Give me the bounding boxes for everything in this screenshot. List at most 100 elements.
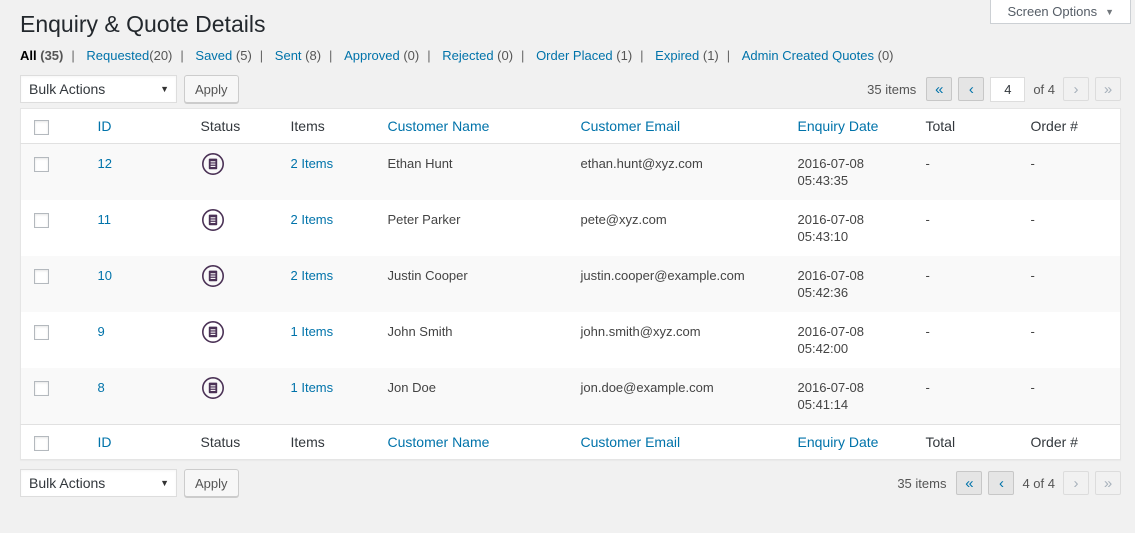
table-footer: ID Status Items Customer Name Customer E… bbox=[21, 425, 1121, 460]
total-pages-label: of 4 bbox=[1033, 82, 1055, 97]
filter-admin-created-quotes-link[interactable]: Admin Created Quotes (0) bbox=[742, 48, 894, 63]
enquiry-status-icon bbox=[201, 208, 225, 232]
column-header-customer-email[interactable]: Customer Email bbox=[581, 118, 681, 134]
table-row: 8 1 Items Jon Doe jon.doe@example.com 20… bbox=[21, 368, 1121, 425]
enquiry-id-link[interactable]: 9 bbox=[98, 324, 105, 339]
column-header-customer-name[interactable]: Customer Name bbox=[388, 434, 490, 450]
filter-expired-link[interactable]: Expired (1) bbox=[655, 48, 719, 63]
column-header-customer-email[interactable]: Customer Email bbox=[581, 434, 681, 450]
customer-email: jon.doe@example.com bbox=[571, 368, 788, 425]
enquiry-id-link[interactable]: 11 bbox=[98, 212, 112, 227]
last-page-button[interactable]: » bbox=[1095, 471, 1121, 495]
enquiry-date: 2016-07-08 05:41:14 bbox=[788, 368, 916, 425]
items-count: 35 items bbox=[897, 476, 946, 491]
current-page-input[interactable] bbox=[990, 77, 1025, 102]
order-number: - bbox=[1021, 312, 1121, 368]
filter-requested: Requested(20) bbox=[86, 48, 191, 63]
filter-rejected: Rejected (0) bbox=[442, 48, 532, 63]
next-page-button[interactable]: › bbox=[1063, 471, 1089, 495]
first-page-button[interactable]: « bbox=[956, 471, 982, 495]
items-link[interactable]: 1 Items bbox=[291, 380, 334, 395]
bulk-actions-select[interactable]: Bulk Actions bbox=[20, 469, 177, 497]
bulk-actions-group: Bulk Actions ▼ Apply bbox=[20, 469, 239, 497]
customer-email: john.smith@xyz.com bbox=[571, 312, 788, 368]
column-header-enquiry-date[interactable]: Enquiry Date bbox=[798, 118, 879, 134]
filter-all-link[interactable]: All (35) bbox=[20, 48, 63, 63]
row-checkbox[interactable] bbox=[34, 157, 49, 172]
filter-admin-created-quotes: Admin Created Quotes (0) bbox=[742, 48, 894, 63]
enquiries-table: ID Status Items Customer Name Customer E… bbox=[20, 108, 1121, 460]
row-checkbox[interactable] bbox=[34, 269, 49, 284]
select-all-checkbox[interactable] bbox=[34, 120, 49, 135]
column-header-status: Status bbox=[191, 109, 281, 144]
column-header-id[interactable]: ID bbox=[98, 434, 112, 450]
screen-options-button[interactable]: Screen Options▼ bbox=[990, 0, 1131, 24]
next-page-button[interactable]: › bbox=[1063, 77, 1089, 101]
total-value: - bbox=[916, 256, 1021, 312]
customer-name: John Smith bbox=[378, 312, 571, 368]
items-link[interactable]: 2 Items bbox=[291, 212, 334, 227]
enquiry-status-icon bbox=[201, 320, 225, 344]
items-link[interactable]: 2 Items bbox=[291, 156, 334, 171]
column-header-order: Order # bbox=[1021, 425, 1121, 460]
column-header-enquiry-date[interactable]: Enquiry Date bbox=[798, 434, 879, 450]
select-all-checkbox[interactable] bbox=[34, 436, 49, 451]
top-pagination: 35 items « ‹ of 4 › » bbox=[867, 77, 1121, 102]
items-link[interactable]: 2 Items bbox=[291, 268, 334, 283]
column-header-order: Order # bbox=[1021, 109, 1121, 144]
table-row: 12 2 Items Ethan Hunt ethan.hunt@xyz.com… bbox=[21, 144, 1121, 201]
row-checkbox[interactable] bbox=[34, 381, 49, 396]
last-page-button[interactable]: » bbox=[1095, 77, 1121, 101]
table-row: 10 2 Items Justin Cooper justin.cooper@e… bbox=[21, 256, 1121, 312]
items-count: 35 items bbox=[867, 82, 916, 97]
first-page-button[interactable]: « bbox=[926, 77, 952, 101]
table-row: 11 2 Items Peter Parker pete@xyz.com 201… bbox=[21, 200, 1121, 256]
page-range-label: 4 of 4 bbox=[1022, 476, 1055, 491]
enquiry-date: 2016-07-08 05:43:35 bbox=[788, 144, 916, 201]
order-number: - bbox=[1021, 256, 1121, 312]
customer-email: pete@xyz.com bbox=[571, 200, 788, 256]
apply-button[interactable]: Apply bbox=[184, 75, 239, 103]
enquiry-status-icon bbox=[201, 264, 225, 288]
order-number: - bbox=[1021, 200, 1121, 256]
customer-name: Ethan Hunt bbox=[378, 144, 571, 201]
customer-name: Justin Cooper bbox=[378, 256, 571, 312]
enquiry-status-icon bbox=[201, 152, 225, 176]
prev-page-button[interactable]: ‹ bbox=[958, 77, 984, 101]
enquiry-id-link[interactable]: 12 bbox=[98, 156, 112, 171]
prev-page-button[interactable]: ‹ bbox=[988, 471, 1014, 495]
row-checkbox[interactable] bbox=[34, 325, 49, 340]
bulk-actions-select[interactable]: Bulk Actions bbox=[20, 75, 177, 103]
bottom-pagination: 35 items « ‹ 4 of 4 › » bbox=[897, 471, 1121, 495]
row-checkbox[interactable] bbox=[34, 213, 49, 228]
customer-email: ethan.hunt@xyz.com bbox=[571, 144, 788, 201]
filter-sent-link[interactable]: Sent (8) bbox=[275, 48, 321, 63]
filter-saved: Saved (5) bbox=[195, 48, 271, 63]
column-header-customer-name[interactable]: Customer Name bbox=[388, 118, 490, 134]
filter-requested-link[interactable]: Requested(20) bbox=[86, 48, 172, 63]
enquiry-id-link[interactable]: 10 bbox=[98, 268, 112, 283]
order-number: - bbox=[1021, 368, 1121, 425]
status-filter-list: All (35) Requested(20) Saved (5) Sent (8… bbox=[20, 48, 1121, 63]
filter-approved: Approved (0) bbox=[344, 48, 439, 63]
page-title: Enquiry & Quote Details bbox=[20, 0, 1121, 39]
column-header-items: Items bbox=[281, 109, 378, 144]
items-link[interactable]: 1 Items bbox=[291, 324, 334, 339]
table-header: ID Status Items Customer Name Customer E… bbox=[21, 109, 1121, 144]
column-header-id[interactable]: ID bbox=[98, 118, 112, 134]
bulk-actions-group: Bulk Actions ▼ Apply bbox=[20, 75, 239, 103]
filter-saved-link[interactable]: Saved (5) bbox=[195, 48, 251, 63]
filter-all: All (35) bbox=[20, 48, 83, 63]
filter-approved-link[interactable]: Approved (0) bbox=[344, 48, 419, 63]
total-value: - bbox=[916, 368, 1021, 425]
filter-rejected-link[interactable]: Rejected (0) bbox=[442, 48, 513, 63]
customer-email: justin.cooper@example.com bbox=[571, 256, 788, 312]
column-header-status: Status bbox=[191, 425, 281, 460]
apply-button[interactable]: Apply bbox=[184, 469, 239, 497]
filter-order-placed-link[interactable]: Order Placed (1) bbox=[536, 48, 632, 63]
screen-options-label: Screen Options bbox=[1007, 4, 1097, 19]
content-wrap: Enquiry & Quote Details All (35) Request… bbox=[20, 0, 1121, 498]
customer-name: Jon Doe bbox=[378, 368, 571, 425]
enquiry-date: 2016-07-08 05:43:10 bbox=[788, 200, 916, 256]
enquiry-id-link[interactable]: 8 bbox=[98, 380, 105, 395]
